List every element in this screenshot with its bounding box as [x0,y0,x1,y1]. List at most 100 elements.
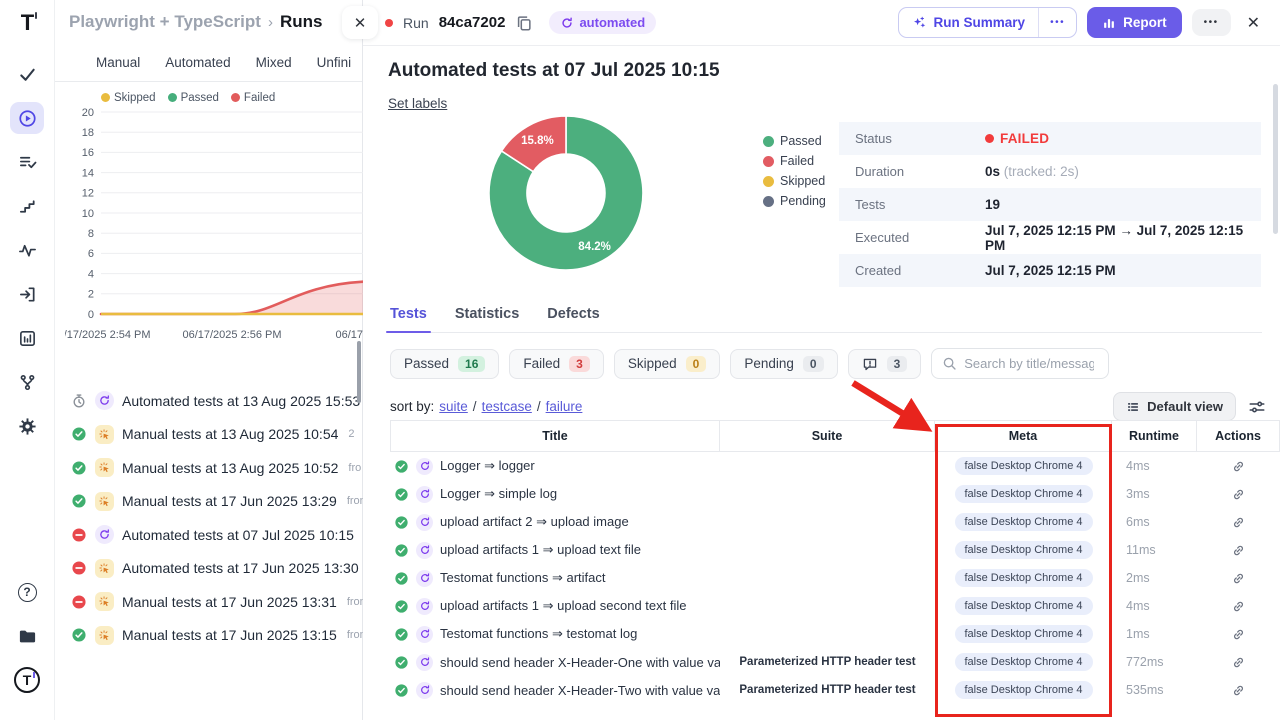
tab-tests[interactable]: Tests [390,306,427,322]
run-list-item[interactable]: Manual tests at 17 Jun 2025 13:15from [71,626,362,645]
rail-help-icon[interactable]: ? [10,576,44,608]
link-icon[interactable] [1231,655,1246,670]
info-value: 0s (tracked: 2s) [985,164,1079,179]
automated-badge[interactable]: automated [549,11,656,34]
column-header-actions[interactable]: Actions [1197,421,1280,451]
runs-tab-mixed[interactable]: Mixed [256,55,292,70]
failed-icon [71,527,87,543]
app-logo[interactable]: T [21,10,33,36]
sort-link-testcase[interactable]: testcase [482,399,532,414]
close-run-button[interactable]: ✕ [1241,9,1266,37]
panel-close-button[interactable]: ✕ [342,6,378,39]
filter-chip-skipped[interactable]: Skipped0 [614,349,720,379]
runs-tab-automated[interactable]: Automated [165,55,230,70]
legend-dot [763,176,774,187]
run-list-item[interactable]: Manual tests at 17 Jun 2025 13:29fron [71,492,362,511]
column-header-runtime[interactable]: Runtime [1112,421,1197,451]
default-view-button[interactable]: Default view [1113,392,1236,421]
test-row[interactable]: upload artifacts 1 ⇒ upload second text … [390,592,1280,620]
bar-chart-icon [18,329,37,348]
detail-tabs: Tests Statistics Defects [390,306,1262,333]
svg-text:12: 12 [82,188,94,200]
run-list: Automated tests at 13 Aug 2025 15:53 Manu… [55,391,362,645]
run-list-item[interactable]: Manual tests at 13 Aug 2025 10:542 [71,425,362,444]
filter-chip-comments[interactable]: 3 [848,349,922,379]
link-icon[interactable] [1231,543,1246,558]
rail-branch-icon[interactable] [10,366,44,398]
search-input[interactable] [964,356,1094,371]
run-list-item[interactable]: Automated tests at 07 Jul 2025 10:15 [71,525,362,544]
help-icon: ? [18,583,37,602]
runs-tab-unfini[interactable]: Unfini [317,55,352,70]
check-icon [18,65,37,84]
copy-icon[interactable] [515,14,533,32]
test-title: Testomat functions ⇒ artifact [440,570,606,586]
link-icon[interactable] [1231,459,1246,474]
run-summary-more-button[interactable]: ••• [1039,8,1076,37]
link-icon[interactable] [1231,683,1246,698]
main-scrollbar[interactable] [1273,84,1278,234]
left-panel-scrollbar[interactable] [357,341,362,403]
chip-count: 3 [569,356,590,372]
test-row[interactable]: upload artifacts 1 ⇒ upload text filefal… [390,536,1280,564]
run-list-item[interactable]: Automated tests at 17 Jun 2025 13:30 [71,559,362,578]
rail-bar-chart-icon[interactable] [10,322,44,354]
rail-avatar-t[interactable]: T [10,664,44,696]
column-header-meta[interactable]: Meta [935,421,1112,451]
meta-badge: false Desktop Chrome 4 [955,485,1093,503]
report-button[interactable]: Report [1087,7,1182,38]
test-row[interactable]: should send header X-Header-One with val… [390,648,1280,676]
filter-chip-passed[interactable]: Passed16 [390,349,499,379]
test-row[interactable]: Testomat functions ⇒ artifactfalse Deskt… [390,564,1280,592]
rail-play-circle-icon[interactable] [10,102,44,134]
sort-link-suite[interactable]: suite [439,399,468,414]
rail-sign-in-icon[interactable] [10,278,44,310]
filter-chip-pending[interactable]: Pending0 [730,349,837,379]
runs-tab-manual[interactable]: Manual [96,55,140,70]
timer-icon [71,393,87,409]
test-title: should send header X-Header-One with val… [440,655,720,670]
link-icon[interactable] [1231,571,1246,586]
filter-chip-failed[interactable]: Failed3 [509,349,603,379]
sort-link-failure[interactable]: failure [546,399,583,414]
test-row[interactable]: upload artifact 2 ⇒ upload imagefalse De… [390,508,1280,536]
link-icon[interactable] [1231,627,1246,642]
meta-badge: false Desktop Chrome 4 [955,513,1093,531]
link-icon[interactable] [1231,515,1246,530]
run-item-suffix: 2 [348,428,354,440]
run-list-item[interactable]: Automated tests at 13 Aug 2025 15:53 [71,391,362,410]
run-summary-button[interactable]: Run Summary [899,8,1039,37]
test-title: should send header X-Header-Two with val… [440,683,720,698]
rail-check-icon[interactable] [10,58,44,90]
rail-activity-icon[interactable] [10,234,44,266]
rail-list-check-icon[interactable] [10,146,44,178]
manual-icon [95,626,114,645]
link-icon[interactable] [1231,487,1246,502]
rail-folder-icon[interactable] [10,620,44,652]
set-labels-link[interactable]: Set labels [388,96,447,111]
run-list-item[interactable]: Manual tests at 17 Jun 2025 13:31from [71,592,362,611]
automated-icon [419,488,431,500]
chip-label: Skipped [628,356,677,371]
rail-gear-icon[interactable] [10,410,44,442]
breadcrumb-project[interactable]: Playwright + TypeScript [69,12,261,32]
link-icon[interactable] [1231,599,1246,614]
column-header-suite[interactable]: Suite [720,421,935,451]
test-row[interactable]: Logger ⇒ loggerfalse Desktop Chrome 44ms [390,452,1280,480]
automated-icon [416,654,433,671]
run-item-title: Automated tests at 17 Jun 2025 13:30 [122,560,359,576]
rail-steps-icon[interactable] [10,190,44,222]
test-row[interactable]: Testomat functions ⇒ testomat logfalse D… [390,620,1280,648]
tab-statistics[interactable]: Statistics [455,306,519,322]
tab-defects[interactable]: Defects [547,306,599,322]
test-row[interactable]: should send header X-Header-Two with val… [390,676,1280,704]
passed-icon [394,571,409,586]
donut-legend-skipped: Skipped [763,174,826,188]
column-header-title[interactable]: Title [390,421,720,451]
test-suite: Parameterized HTTP header test [720,656,935,668]
view-settings-icon[interactable] [1248,398,1266,416]
test-row[interactable]: Logger ⇒ simple logfalse Desktop Chrome … [390,480,1280,508]
manual-icon [98,629,111,642]
run-list-item[interactable]: Manual tests at 13 Aug 2025 10:52fro [71,458,362,477]
more-actions-button[interactable]: ••• [1192,9,1231,36]
